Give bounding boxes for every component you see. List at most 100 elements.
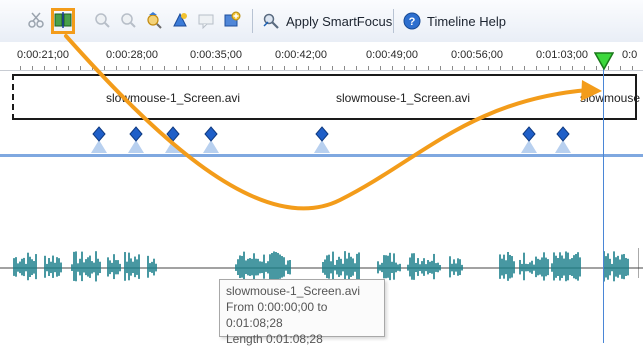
clip-label: slowmouse-1_Screen.avi xyxy=(336,91,471,105)
ruler-tick xyxy=(176,66,177,70)
ruler-tick xyxy=(440,66,441,70)
tooltip-range: From 0:00:00;00 to 0:01:08;28 xyxy=(226,300,328,330)
ruler-label: 0:00:35;00 xyxy=(190,49,242,61)
ruler-tick xyxy=(236,66,237,70)
ruler-tick xyxy=(308,66,309,70)
ruler-tick xyxy=(500,66,501,70)
ruler-tick xyxy=(332,66,333,70)
ruler-tick xyxy=(296,66,297,70)
ruler-tick xyxy=(260,66,261,70)
add-media-icon xyxy=(223,11,241,29)
ruler-tick xyxy=(488,66,489,70)
svg-text:?: ? xyxy=(409,16,416,28)
zoom-in-icon xyxy=(93,11,111,29)
ruler-tick xyxy=(68,66,69,70)
ruler-tick xyxy=(272,66,273,70)
ruler-tick xyxy=(212,66,213,70)
ruler-label: 0:00:28;00 xyxy=(106,49,158,61)
help-icon: ? xyxy=(403,12,421,30)
add-media-button[interactable] xyxy=(222,10,242,30)
ruler-tick xyxy=(92,66,93,70)
ruler-tick xyxy=(428,66,429,70)
ruler-tick xyxy=(116,66,117,70)
zoom-fit-icon xyxy=(145,11,163,29)
ruler-tick xyxy=(452,66,453,70)
timeline-toolbar: Apply SmartFocus ? Timeline Help xyxy=(0,0,643,43)
ruler-tick xyxy=(572,66,573,70)
video-track[interactable]: slowmouse-1_Screen.avi slowmouse-1_Scree… xyxy=(12,74,641,120)
marker-icon[interactable] xyxy=(89,124,109,154)
ruler-tick xyxy=(356,66,357,70)
ruler-tick xyxy=(104,66,105,70)
add-marker-button[interactable] xyxy=(170,10,190,30)
ruler-tick xyxy=(476,66,477,70)
tooltip-length: Length 0:01:08;28 xyxy=(226,332,323,346)
ruler-tick xyxy=(128,66,129,70)
split-highlight-box xyxy=(51,8,75,34)
ruler-tick xyxy=(416,66,417,70)
ruler-tick xyxy=(380,66,381,70)
ruler-tick xyxy=(344,66,345,70)
zoom-out-icon xyxy=(119,11,137,29)
marker-icon[interactable] xyxy=(201,124,221,154)
ruler-label: 0:0 xyxy=(622,49,638,61)
marker-icon[interactable] xyxy=(163,124,183,154)
ruler-label: 0:00:21;00 xyxy=(17,49,69,61)
zoom-in-button[interactable] xyxy=(92,10,112,30)
time-ruler[interactable]: 0:00:21;00 0:00:28;00 0:00:35;00 0:00:42… xyxy=(0,42,643,71)
marker-track[interactable] xyxy=(0,124,643,278)
ruler-tick xyxy=(392,66,393,70)
ruler-tick xyxy=(32,66,33,70)
ruler-tick xyxy=(284,66,285,70)
ruler-tick xyxy=(632,66,633,70)
track-divider xyxy=(0,154,643,157)
clip-tooltip: slowmouse-1_Screen.avi From 0:00:00;00 t… xyxy=(219,279,385,346)
cut-icon xyxy=(27,11,45,29)
clip-label: slowmouse xyxy=(580,91,641,105)
ruler-tick xyxy=(368,66,369,70)
ruler-tick xyxy=(44,66,45,70)
ruler-tick xyxy=(20,66,21,70)
toolbar-separator xyxy=(252,9,253,33)
smartfocus-icon xyxy=(262,12,280,30)
ruler-tick xyxy=(56,66,57,70)
zoom-fit-button[interactable] xyxy=(144,10,164,30)
ruler-tick xyxy=(200,66,201,70)
ruler-tick xyxy=(404,66,405,70)
ruler-tick xyxy=(188,66,189,70)
callout-button[interactable] xyxy=(196,10,216,30)
ruler-tick xyxy=(248,66,249,70)
marker-icon[interactable] xyxy=(519,124,539,154)
cut-button[interactable] xyxy=(26,10,46,30)
ruler-tick xyxy=(560,66,561,70)
ruler-tick xyxy=(464,66,465,70)
marker-icon[interactable] xyxy=(312,124,332,154)
ruler-tick xyxy=(320,66,321,70)
tooltip-clip-name: slowmouse-1_Screen.avi xyxy=(226,284,361,298)
apply-smartfocus-label: Apply SmartFocus xyxy=(286,13,393,29)
playhead-line[interactable] xyxy=(603,58,604,343)
ruler-tick xyxy=(584,66,585,70)
add-marker-icon xyxy=(171,11,189,29)
toolbar-separator xyxy=(393,9,394,33)
zoom-out-button[interactable] xyxy=(118,10,138,30)
ruler-tick xyxy=(140,66,141,70)
ruler-label: 0:00:49;00 xyxy=(366,49,418,61)
ruler-tick xyxy=(524,66,525,70)
ruler-label: 0:01:03;00 xyxy=(536,49,588,61)
ruler-tick xyxy=(620,66,621,70)
ruler-tick xyxy=(152,66,153,70)
timeline-help-button[interactable]: ? Timeline Help xyxy=(403,9,506,33)
ruler-tick xyxy=(164,66,165,70)
marker-icon[interactable] xyxy=(126,124,146,154)
callout-icon xyxy=(197,11,215,29)
ruler-tick xyxy=(512,66,513,70)
timeline-help-label: Timeline Help xyxy=(427,13,506,29)
marker-icon[interactable] xyxy=(553,124,573,154)
playhead-handle-icon[interactable] xyxy=(594,52,614,70)
apply-smartfocus-button[interactable]: Apply SmartFocus xyxy=(262,9,392,33)
ruler-label: 0:00:42;00 xyxy=(275,49,327,61)
ruler-tick xyxy=(80,66,81,70)
ruler-label: 0:00:56;00 xyxy=(451,49,503,61)
ruler-tick xyxy=(224,66,225,70)
